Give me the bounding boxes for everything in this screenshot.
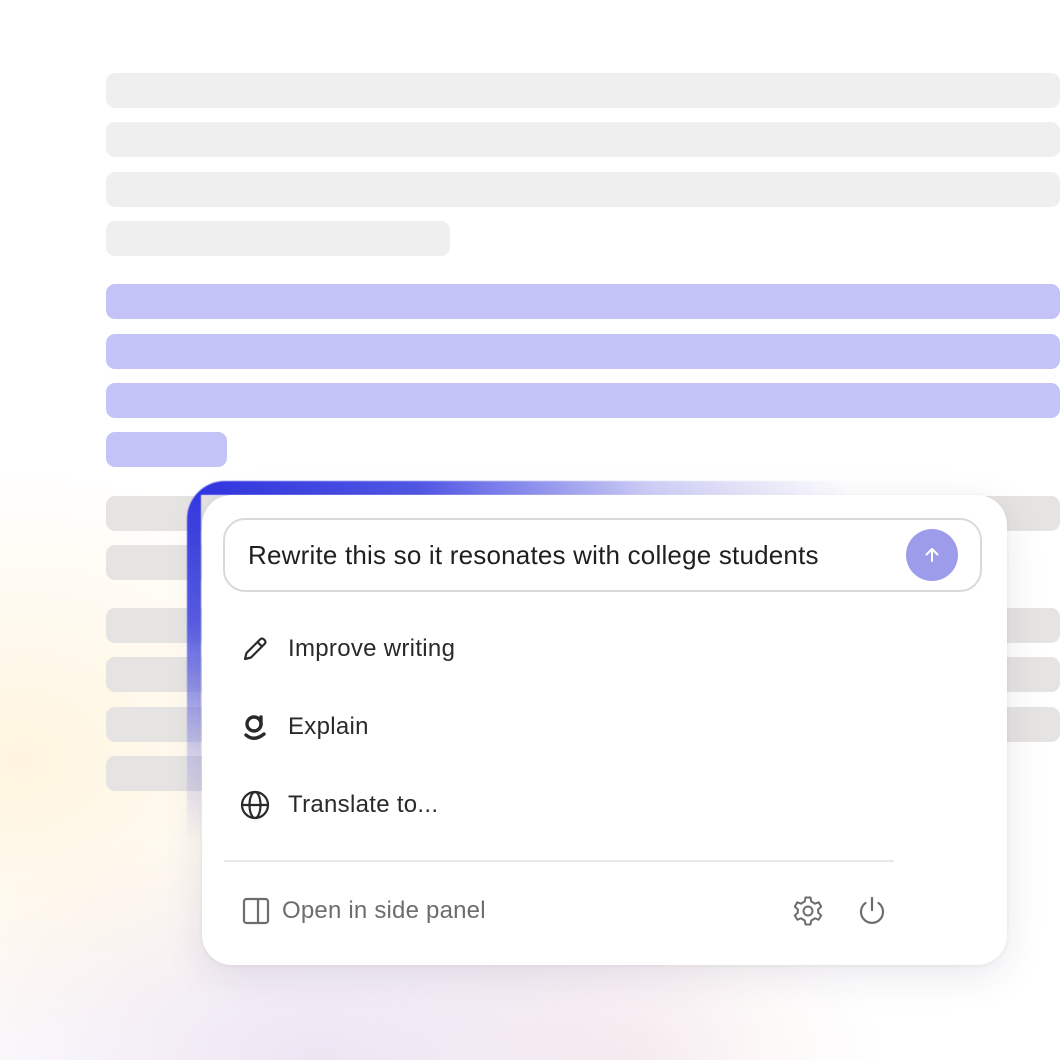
open-side-panel-button[interactable]: Open in side panel: [240, 891, 486, 931]
power-icon: [859, 896, 885, 924]
explain-g-icon: [238, 710, 272, 744]
send-button[interactable]: [906, 529, 958, 581]
settings-button[interactable]: [788, 891, 828, 931]
open-side-panel-label: Open in side panel: [282, 897, 486, 924]
selected-text-line[interactable]: [106, 432, 227, 467]
text-line-placeholder: [106, 221, 450, 256]
text-line-placeholder: [106, 73, 1060, 108]
selected-text-line[interactable]: [106, 334, 1060, 369]
divider: [224, 860, 894, 862]
menu-item-improve-writing[interactable]: Improve writing: [238, 629, 455, 669]
side-panel-icon: [240, 895, 272, 927]
prompt-input[interactable]: Rewrite this so it resonates with colleg…: [223, 518, 982, 592]
menu-item-translate[interactable]: Translate to...: [238, 785, 438, 825]
ai-assistant-popup: Rewrite this so it resonates with colleg…: [202, 495, 1007, 965]
text-line-placeholder: [106, 172, 1060, 207]
pencil-icon: [238, 632, 272, 666]
menu-item-label: Improve writing: [288, 635, 456, 662]
selected-text-line[interactable]: [106, 383, 1060, 418]
menu-item-label: Translate to...: [288, 791, 439, 818]
arrow-up-icon: [925, 548, 939, 562]
selected-text-line[interactable]: [106, 284, 1060, 319]
globe-icon: [238, 788, 272, 822]
prompt-text[interactable]: Rewrite this so it resonates with colleg…: [248, 540, 906, 571]
power-button[interactable]: [852, 891, 892, 931]
gear-icon: [793, 896, 823, 926]
menu-item-explain[interactable]: Explain: [238, 707, 369, 747]
menu-item-label: Explain: [288, 713, 369, 740]
text-line-placeholder: [106, 122, 1060, 157]
